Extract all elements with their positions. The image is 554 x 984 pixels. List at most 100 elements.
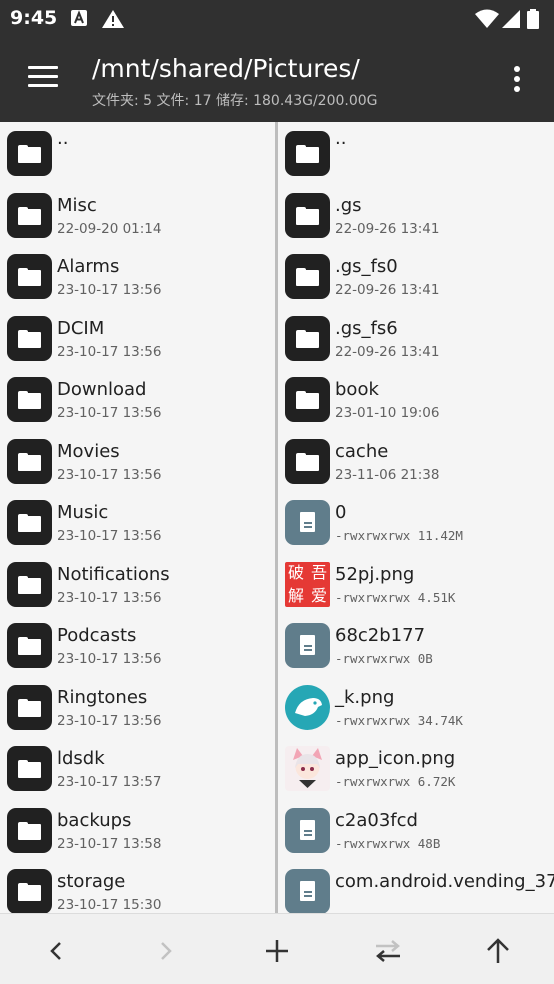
folder-row[interactable]: book 23-01-10 19:06: [278, 368, 554, 429]
item-permissions-size: -rwxrwxrwx 34.74K: [335, 712, 463, 728]
item-modified-date: 22-09-26 13:41: [335, 220, 440, 237]
item-name: storage: [57, 871, 126, 892]
right-file-pane[interactable]: .. .gs 22-09-26 13:41 .gs_fs0 22-09-26 13:41…: [278, 122, 554, 913]
file-row[interactable]: 68c2b177 -rwxrwxrwx 0B: [278, 614, 554, 675]
item-name: 68c2b177: [335, 625, 426, 646]
item-name: com.android.vending_37.8.26-21_0_PR_5710…: [335, 871, 554, 892]
folder-icon: [7, 131, 52, 176]
item-name: Music: [57, 502, 109, 523]
item-name: cache: [335, 440, 389, 462]
font-download-icon: [70, 9, 88, 31]
item-name: .gs: [335, 194, 362, 216]
folder-icon: [285, 377, 330, 422]
file-row[interactable]: _k.png -rwxrwxrwx 34.74K: [278, 676, 554, 737]
item-name: Misc: [57, 194, 97, 216]
plus-icon[interactable]: [257, 934, 297, 968]
bottom-action-bar: [0, 913, 554, 984]
left-file-pane[interactable]: .. Misc 22-09-20 01:14 Alarms 23-10-17 13:56…: [0, 122, 275, 913]
folder-icon: [285, 315, 330, 361]
hamburger-menu-icon[interactable]: [22, 66, 64, 96]
item-name: 0: [335, 502, 347, 523]
folder-row[interactable]: cache 23-11-06 21:38: [278, 430, 554, 491]
item-modified-date: 22-09-20 01:14: [57, 220, 162, 237]
item-name: _k.png: [335, 686, 395, 708]
folder-icon: [7, 684, 52, 730]
folder-icon: [7, 438, 52, 484]
folder-row[interactable]: Download 23-10-17 13:56: [0, 368, 275, 429]
folder-row[interactable]: Ringtones 23-10-17 13:56: [0, 676, 275, 737]
folder-icon: [7, 500, 52, 545]
item-modified-date: 23-10-17 13:56: [57, 405, 162, 421]
file-icon: [285, 623, 330, 668]
image-thumbnail-icon: [285, 684, 330, 730]
item-name: backups: [57, 809, 132, 831]
thumbnail-glyph: 爱: [310, 585, 327, 605]
file-row[interactable]: com.android.vending_37.8.26-21_0_PR_5710…: [278, 860, 554, 913]
folder-row[interactable]: storage 23-10-17 15:30: [0, 860, 275, 913]
item-modified-date: 23-11-06 21:38: [335, 466, 440, 483]
item-name: app_icon.png: [335, 748, 456, 769]
folder-row[interactable]: ldsdk 23-10-17 13:57: [0, 737, 275, 798]
item-name: .gs_fs6: [335, 317, 398, 339]
file-icon: [285, 807, 330, 853]
item-modified-date: 22-09-26 13:41: [335, 343, 440, 360]
more-vert-icon[interactable]: [504, 66, 530, 96]
item-name: ldsdk: [57, 748, 105, 769]
item-modified-date: 22-09-26 13:41: [335, 282, 440, 298]
folder-icon: [7, 254, 52, 299]
folder-icon: [7, 807, 52, 853]
arrow-up-icon[interactable]: [478, 934, 518, 968]
item-modified-date: 23-10-17 15:30: [57, 897, 162, 913]
image-thumbnail-icon: [285, 746, 330, 791]
folder-row[interactable]: Alarms 23-10-17 13:56: [0, 245, 275, 306]
file-row[interactable]: 破吾解爱 52pj.png -rwxrwxrwx 4.51K: [278, 553, 554, 614]
cellular-signal-icon: [501, 9, 521, 33]
item-name: .gs_fs0: [335, 256, 398, 277]
item-modified-date: 23-10-17 13:57: [57, 774, 162, 790]
warning-icon: [101, 9, 125, 33]
folder-row[interactable]: .gs 22-09-26 13:41: [278, 184, 554, 245]
folder-row[interactable]: Music 23-10-17 13:56: [0, 491, 275, 552]
image-thumbnail-icon: 破吾解爱: [285, 561, 330, 607]
item-modified-date: 23-10-17 13:56: [57, 466, 162, 483]
folder-row[interactable]: .gs_fs6 22-09-26 13:41: [278, 307, 554, 368]
item-name: Movies: [57, 440, 120, 462]
folder-row[interactable]: DCIM 23-10-17 13:56: [0, 307, 275, 368]
item-name: 52pj.png: [335, 563, 415, 585]
item-name: DCIM: [57, 317, 105, 339]
file-row[interactable]: app_icon.png -rwxrwxrwx 6.72K: [278, 737, 554, 798]
file-icon: [285, 500, 330, 545]
item-modified-date: 23-10-17 13:56: [57, 282, 162, 298]
wifi-icon: [475, 9, 499, 33]
folder-icon: [7, 315, 52, 361]
swap-horiz-icon[interactable]: [368, 934, 408, 968]
folder-row[interactable]: Notifications 23-10-17 13:56: [0, 553, 275, 614]
item-modified-date: 23-10-17 13:56: [57, 712, 162, 729]
chevron-right-icon[interactable]: [146, 934, 186, 968]
file-row[interactable]: c2a03fcd -rwxrwxrwx 48B: [278, 799, 554, 860]
folder-icon: [7, 377, 52, 422]
folder-icon: [7, 869, 52, 913]
folder-row[interactable]: .gs_fs0 22-09-26 13:41: [278, 245, 554, 306]
item-name: Download: [57, 379, 147, 400]
item-name: Ringtones: [57, 686, 148, 708]
battery-icon: [527, 9, 539, 33]
folder-row[interactable]: Movies 23-10-17 13:56: [0, 430, 275, 491]
item-name: book: [335, 379, 379, 400]
file-row[interactable]: 0 -rwxrwxrwx 11.42M: [278, 491, 554, 552]
folder-icon: [285, 131, 330, 176]
folder-row[interactable]: Podcasts 23-10-17 13:56: [0, 614, 275, 675]
chevron-left-icon[interactable]: [36, 934, 76, 968]
item-permissions-size: -rwxrwxrwx 0B: [335, 651, 433, 666]
page-title: /mnt/shared/Pictures/: [92, 54, 360, 83]
item-permissions-size: -rwxrwxrwx 48B: [335, 835, 441, 851]
item-name: c2a03fcd: [335, 809, 418, 831]
folder-row[interactable]: backups 23-10-17 13:58: [0, 799, 275, 860]
folder-icon: [285, 438, 330, 484]
folder-row[interactable]: ..: [0, 122, 275, 183]
folder-row[interactable]: ..: [278, 122, 554, 183]
item-modified-date: 23-10-17 13:56: [57, 651, 162, 667]
folder-icon: [7, 746, 52, 791]
folder-row[interactable]: Misc 22-09-20 01:14: [0, 184, 275, 245]
item-name: Notifications: [57, 563, 170, 585]
